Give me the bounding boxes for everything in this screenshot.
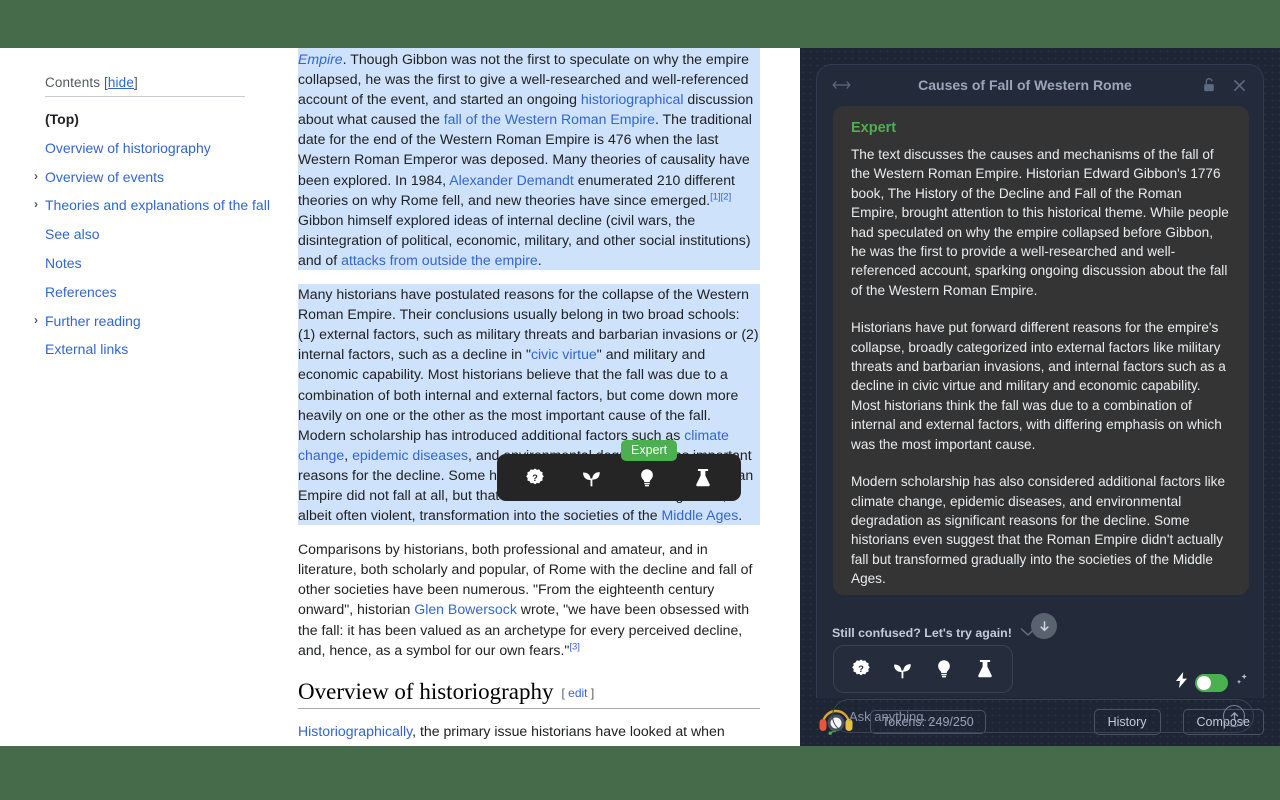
toc-item-label: See also (45, 226, 100, 243)
link-glen-bowersock[interactable]: Glen Bowersock (414, 601, 517, 617)
assistant-header: Causes of Fall of Western Rome (817, 65, 1263, 105)
send-arrow-up-icon[interactable] (1223, 705, 1245, 727)
toc-item-label: Overview of historiography (45, 139, 211, 156)
fast-mode-control[interactable] (1176, 672, 1249, 693)
fast-mode-toggle[interactable] (1195, 673, 1228, 692)
toc-item-further-reading[interactable]: › Further reading (34, 307, 275, 336)
toc-item-theories[interactable]: › Theories and explanations of the fall (34, 191, 275, 220)
edit-section-bracket: [ edit ] (561, 686, 595, 701)
retry-prompt-label: Still confused? Let's try again! (832, 626, 1012, 640)
para2-text-3: , (344, 446, 353, 463)
flask-icon[interactable] (970, 654, 1000, 684)
answer-mode-label: Expert (851, 120, 897, 136)
answer-paragraph-2: Historians have put forward different re… (851, 320, 1226, 452)
edit-section-link[interactable]: edit (568, 686, 587, 700)
chevron-right-icon[interactable]: › (34, 197, 38, 211)
toc-item-see-also[interactable]: See also (45, 220, 275, 249)
link-empire[interactable]: Empire (298, 51, 343, 67)
bolt-icon (1176, 672, 1188, 693)
toc-item-label: Theories and explanations of the fall (45, 197, 270, 214)
para1-text-6: . (537, 251, 542, 268)
toc-heading: Contents [hide] (45, 75, 275, 90)
chevron-right-icon[interactable]: › (34, 169, 38, 183)
close-icon[interactable] (1227, 73, 1251, 97)
link-civic-virtue[interactable]: civic virtue (531, 346, 597, 362)
table-of-contents: Contents [hide] (Top) Overview of histor… (34, 75, 275, 364)
toc-item-label: External links (45, 341, 129, 358)
toc-item-top[interactable]: (Top) (45, 105, 275, 134)
toc-item-label: Further reading (45, 312, 141, 329)
section-heading-overview-historiography: Overview of historiography [ edit ] (298, 678, 760, 710)
toc-divider (45, 96, 245, 97)
link-middle-ages[interactable]: Middle Ages (662, 507, 739, 523)
sprout-icon[interactable] (887, 654, 917, 684)
toggle-knob (1197, 675, 1211, 690)
scroll-down-icon[interactable] (1031, 613, 1057, 639)
svg-text:?: ? (858, 664, 864, 674)
ai-assistant-panel: Causes of Fall of Western Rome Expert Th… (800, 48, 1280, 746)
assistant-answer: Expert The text discusses the causes and… (833, 106, 1249, 595)
browser-viewport: Contents [hide] (Top) Overview of histor… (0, 48, 1280, 746)
link-alexander-demandt[interactable]: Alexander Demandt (449, 172, 574, 188)
answer-paragraph-1: The text discusses the causes and mechan… (851, 147, 1229, 298)
ask-input-row[interactable]: Ask anything... (832, 699, 1254, 733)
section-heading-text: Overview of historiography (298, 678, 554, 704)
toc-item-overview-events[interactable]: › Overview of events (34, 163, 275, 192)
chevron-right-icon[interactable]: › (34, 313, 38, 327)
flask-icon[interactable] (686, 461, 720, 495)
toc-list: (Top) Overview of historiography › Overv… (34, 105, 275, 364)
article-paragraph-1: Empire. Though Gibbon was not the first … (298, 48, 760, 271)
screen: Contents [hide] (Top) Overview of histor… (0, 0, 1280, 800)
assistant-action-bar[interactable]: ? (833, 645, 1013, 693)
question-badge-icon[interactable]: ? (846, 654, 876, 684)
toc-item-label: (Top) (45, 111, 79, 127)
toc-hide-link[interactable]: hide (108, 75, 134, 90)
article-body: Empire. Though Gibbon was not the first … (298, 48, 760, 746)
link-historiographical[interactable]: historiographical (581, 91, 684, 107)
article-paragraph-4: Historiographically, the primary issue h… (298, 721, 760, 746)
question-badge-icon[interactable]: ? (518, 461, 552, 495)
lightbulb-icon[interactable] (929, 654, 959, 684)
para2-text-5: . (738, 507, 743, 524)
toc-item-external-links[interactable]: External links (45, 335, 275, 364)
assistant-title: Causes of Fall of Western Rome (918, 77, 1132, 93)
unlock-icon[interactable] (1197, 73, 1221, 97)
toc-item-references[interactable]: References (45, 278, 275, 307)
article-paragraph-3: Comparisons by historians, both professi… (298, 539, 760, 660)
toc-item-label: Notes (45, 254, 82, 271)
toc-hide-bracket: [hide] (104, 75, 138, 90)
answer-paragraph-3: Modern scholarship has also considered a… (851, 474, 1226, 587)
sprout-icon[interactable] (574, 461, 608, 495)
toc-heading-label: Contents (45, 75, 101, 90)
toc-item-overview-historiography[interactable]: Overview of historiography (45, 134, 275, 163)
retry-prompt[interactable]: Still confused? Let's try again! (832, 626, 1036, 640)
reference-3[interactable]: [3] (569, 641, 580, 652)
link-fall-western-roman-empire[interactable]: fall of the Western Roman Empire (444, 111, 655, 127)
toc-item-label: References (45, 283, 117, 300)
resize-horizontal-icon[interactable] (829, 73, 853, 97)
reference-1[interactable]: [1] (710, 191, 721, 202)
ask-input-placeholder[interactable]: Ask anything... (849, 709, 1223, 724)
lightbulb-icon[interactable] (630, 461, 664, 495)
link-historiographically[interactable]: Historiographically (298, 723, 412, 739)
link-epidemic-diseases[interactable]: epidemic diseases (352, 447, 468, 463)
svg-text:?: ? (532, 472, 538, 482)
selection-toolbar[interactable]: ? (497, 454, 741, 501)
link-attacks-outside-empire[interactable]: attacks from outside the empire (341, 252, 538, 268)
wikipedia-article-pane: Contents [hide] (Top) Overview of histor… (0, 48, 800, 746)
selection-toolbar-tooltip: Expert (621, 440, 678, 461)
toc-item-notes[interactable]: Notes (45, 249, 275, 278)
reference-2[interactable]: [2] (721, 191, 732, 202)
toc-item-label: Overview of events (45, 168, 165, 185)
assistant-header-actions (1197, 73, 1251, 97)
sparkle-icon (1235, 673, 1249, 692)
